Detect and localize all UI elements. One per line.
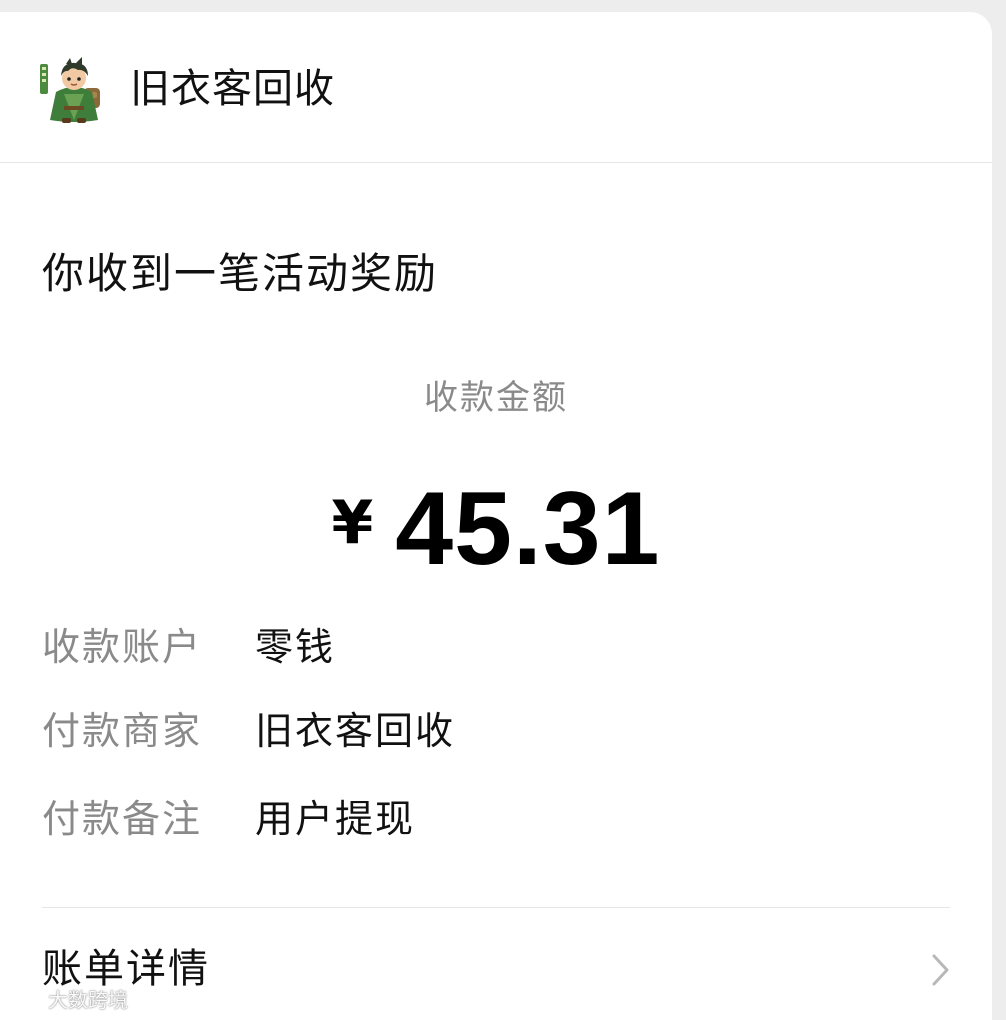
watermark: 大数跨境 bbox=[8, 986, 128, 1014]
detail-row-receiving-account: 收款账户 零钱 bbox=[42, 622, 942, 672]
merchant-header[interactable]: 旧衣客回收 bbox=[0, 12, 992, 163]
detail-label: 收款账户 bbox=[42, 625, 203, 669]
notice-title: 你收到一笔活动奖励 bbox=[42, 249, 439, 298]
detail-label: 付款商家 bbox=[42, 709, 203, 753]
divider bbox=[42, 907, 950, 908]
detail-label: 付款备注 bbox=[42, 797, 203, 841]
detail-row-payment-note: 付款备注 用户提现 bbox=[42, 794, 942, 844]
detail-row-payer-merchant: 付款商家 旧衣客回收 bbox=[42, 706, 942, 756]
amount-label: 收款金额 bbox=[424, 378, 568, 418]
watermark-logo-icon bbox=[9, 991, 43, 1008]
watermark-text: 大数跨境 bbox=[48, 988, 128, 1012]
merchant-avatar[interactable] bbox=[38, 52, 110, 124]
notification-card: 旧衣客回收 你收到一笔活动奖励 收款金额 ¥45.31 收款账户 零钱 付款商家… bbox=[0, 12, 992, 1020]
cartoon-boy-avatar-icon bbox=[40, 57, 100, 123]
bill-details-link[interactable]: 账单详情 bbox=[0, 920, 992, 1020]
detail-value: 用户提现 bbox=[255, 797, 416, 841]
detail-value: 零钱 bbox=[255, 625, 336, 669]
detail-value: 旧衣客回收 bbox=[255, 709, 456, 753]
amount-value: 45.31 bbox=[395, 471, 661, 587]
currency-symbol: ¥ bbox=[331, 488, 374, 558]
chevron-right-icon bbox=[932, 954, 949, 986]
merchant-name: 旧衣客回收 bbox=[130, 66, 335, 112]
amount-display: ¥45.31 bbox=[0, 474, 992, 584]
